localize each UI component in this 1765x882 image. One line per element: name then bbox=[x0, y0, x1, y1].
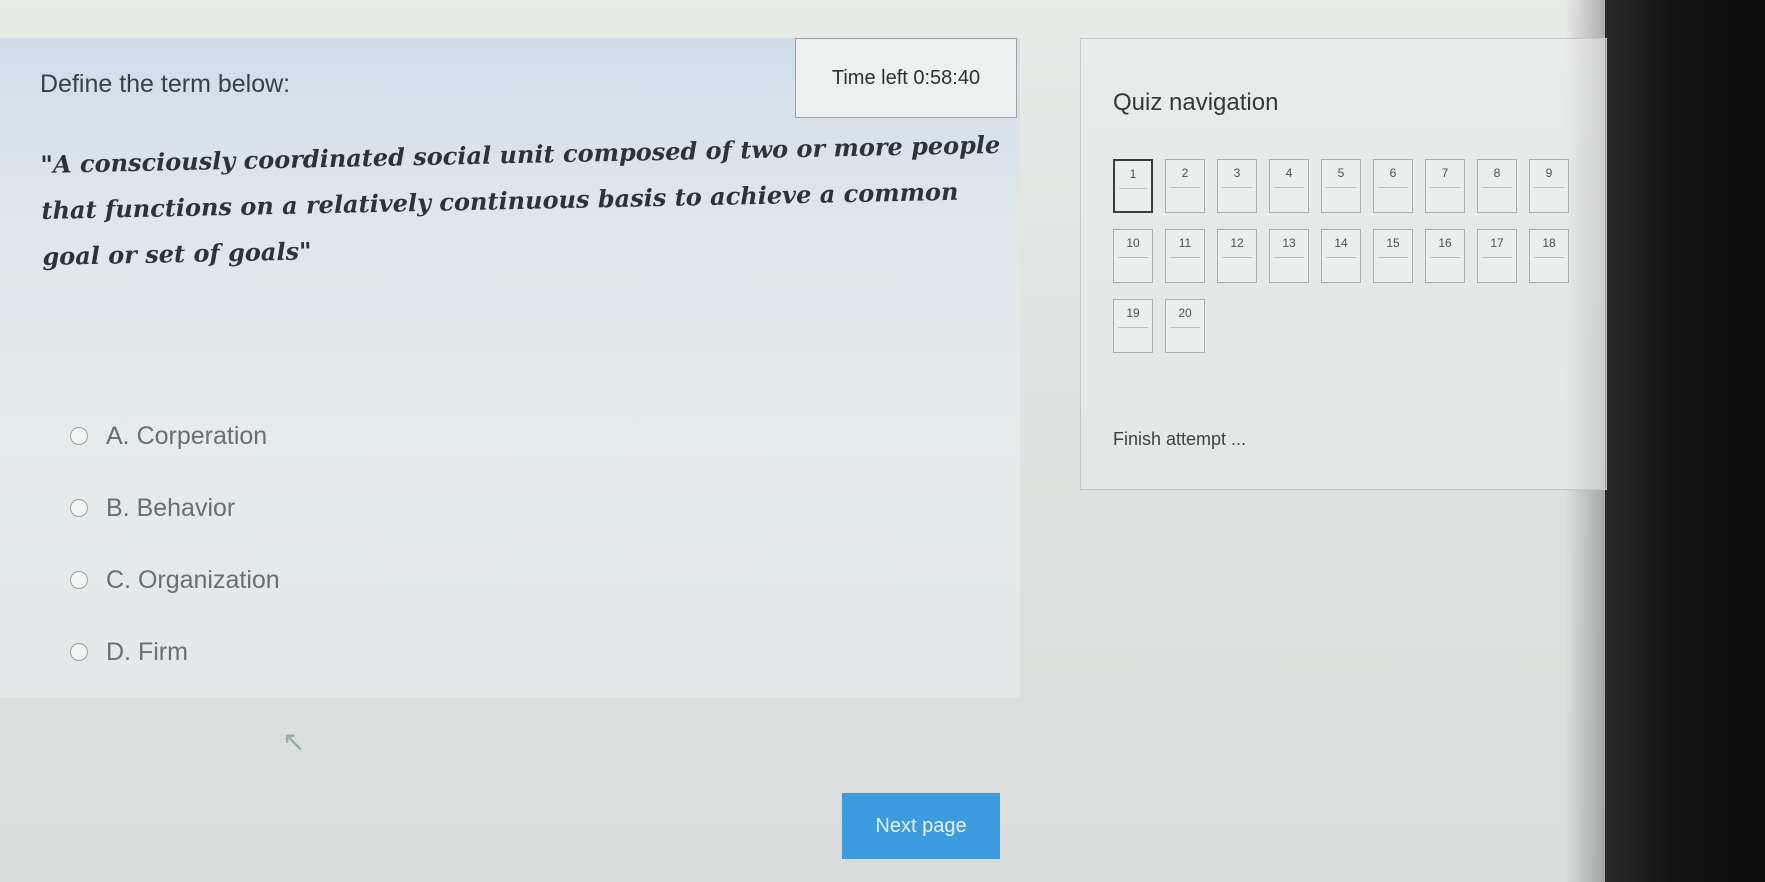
answer-option-a[interactable]: A. Corperation bbox=[70, 400, 280, 472]
quiz-nav-button-12[interactable]: 12 bbox=[1217, 229, 1257, 283]
quiz-nav-button-number: 12 bbox=[1230, 236, 1244, 250]
time-left-display: Time left 0:58:40 bbox=[795, 38, 1017, 118]
answer-label: B. Behavior bbox=[106, 493, 236, 522]
quiz-nav-button-number: 16 bbox=[1438, 236, 1452, 250]
mouse-cursor-icon: ↖ bbox=[282, 726, 306, 757]
quiz-nav-button-9[interactable]: 9 bbox=[1529, 159, 1569, 213]
question-button-grid: 1 2 3 4 5 6 7 8 9 10 11 12 13 14 15 16 17 18 19 20 bbox=[1113, 159, 1593, 353]
radio-button[interactable] bbox=[70, 571, 88, 589]
quiz-nav-button-number: 7 bbox=[1441, 166, 1449, 180]
quiz-nav-button-number: 1 bbox=[1129, 167, 1137, 181]
quiz-nav-button-number: 18 bbox=[1542, 236, 1556, 250]
quiz-nav-button-6[interactable]: 6 bbox=[1373, 159, 1413, 213]
radio-button[interactable] bbox=[70, 643, 88, 661]
question-definition: "A consciously coordinated social unit c… bbox=[40, 129, 1001, 271]
finish-attempt-link[interactable]: Finish attempt ... bbox=[1113, 429, 1246, 450]
next-page-button[interactable]: Next page bbox=[842, 793, 1000, 859]
quiz-nav-button-number: 14 bbox=[1334, 236, 1348, 250]
quiz-nav-button-16[interactable]: 16 bbox=[1425, 229, 1465, 283]
quiz-nav-button-number: 10 bbox=[1126, 236, 1140, 250]
answer-label: D. Firm bbox=[106, 637, 188, 666]
quiz-nav-button-8[interactable]: 8 bbox=[1477, 159, 1517, 213]
quiz-nav-button-18[interactable]: 18 bbox=[1529, 229, 1569, 283]
quiz-nav-button-number: 13 bbox=[1282, 236, 1296, 250]
quiz-nav-button-number: 17 bbox=[1490, 236, 1504, 250]
quiz-nav-button-20[interactable]: 20 bbox=[1165, 299, 1205, 353]
question-prompt: Define the term below: bbox=[40, 70, 291, 98]
quiz-nav-button-number: 2 bbox=[1181, 166, 1189, 180]
quiz-nav-button-number: 20 bbox=[1178, 306, 1192, 320]
quiz-nav-button-4[interactable]: 4 bbox=[1269, 159, 1309, 213]
quiz-navigation-panel: Quiz navigation 1 2 3 4 5 6 7 8 9 10 11 12 13 14 15 16 1… bbox=[1080, 38, 1607, 490]
quiz-nav-button-17[interactable]: 17 bbox=[1477, 229, 1517, 283]
quiz-nav-button-14[interactable]: 14 bbox=[1321, 229, 1361, 283]
answer-option-c[interactable]: C. Organization bbox=[70, 544, 280, 616]
quiz-nav-button-number: 19 bbox=[1126, 306, 1140, 320]
answer-list: A. Corperation B. Behavior C. Organizati… bbox=[70, 400, 280, 688]
quiz-nav-button-11[interactable]: 11 bbox=[1165, 229, 1205, 283]
quiz-nav-button-13[interactable]: 13 bbox=[1269, 229, 1309, 283]
quiz-nav-button-number: 3 bbox=[1233, 166, 1241, 180]
quiz-nav-button-number: 15 bbox=[1386, 236, 1400, 250]
quiz-nav-button-number: 11 bbox=[1178, 236, 1192, 250]
quiz-nav-button-number: 9 bbox=[1545, 166, 1553, 180]
quiz-nav-button-19[interactable]: 19 bbox=[1113, 299, 1153, 353]
radio-button[interactable] bbox=[70, 427, 88, 445]
time-left-text: Time left 0:58:40 bbox=[831, 66, 981, 89]
quiz-nav-button-number: 5 bbox=[1337, 166, 1345, 180]
quiz-navigation-title: Quiz navigation bbox=[1113, 89, 1279, 116]
answer-option-d[interactable]: D. Firm bbox=[70, 616, 280, 688]
quiz-nav-button-number: 8 bbox=[1493, 166, 1501, 180]
radio-button[interactable] bbox=[70, 499, 88, 517]
quiz-nav-button-5[interactable]: 5 bbox=[1321, 159, 1361, 213]
monitor-bezel bbox=[1605, 0, 1765, 882]
quiz-nav-button-1[interactable]: 1 bbox=[1113, 159, 1153, 213]
quiz-nav-button-7[interactable]: 7 bbox=[1425, 159, 1465, 213]
quiz-nav-button-3[interactable]: 3 bbox=[1217, 159, 1257, 213]
quiz-nav-button-2[interactable]: 2 bbox=[1165, 159, 1205, 213]
quiz-nav-button-number: 6 bbox=[1389, 166, 1397, 180]
quiz-nav-button-15[interactable]: 15 bbox=[1373, 229, 1413, 283]
answer-option-b[interactable]: B. Behavior bbox=[70, 472, 280, 544]
answer-label: C. Organization bbox=[106, 565, 280, 594]
quiz-nav-button-10[interactable]: 10 bbox=[1113, 229, 1153, 283]
quiz-nav-button-number: 4 bbox=[1285, 166, 1293, 180]
answer-label: A. Corperation bbox=[106, 421, 268, 450]
